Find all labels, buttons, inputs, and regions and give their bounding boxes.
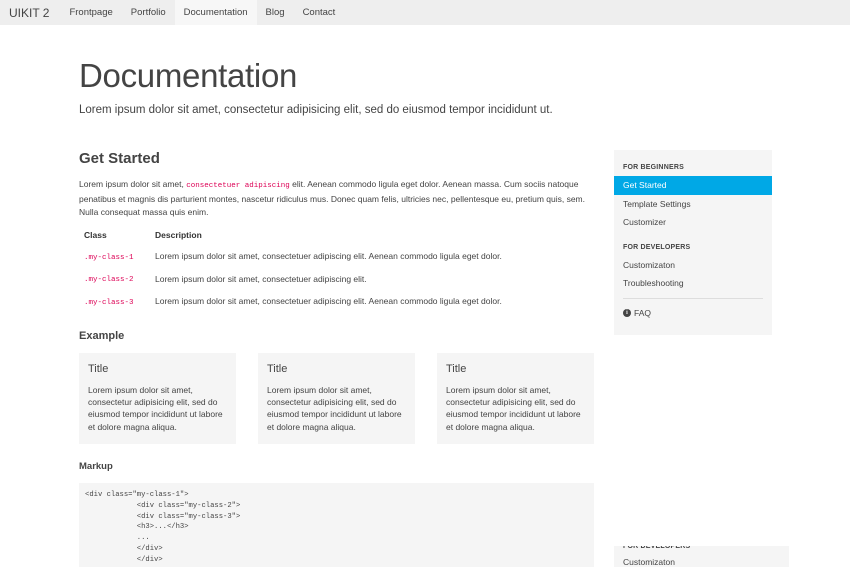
nav-item-contact[interactable]: Contact	[294, 0, 345, 25]
table-header-class: Class	[84, 230, 107, 240]
panel-text: Lorem ipsum dolor sit amet, consectetur …	[267, 385, 402, 432]
code-line: <h3>...</h3>	[85, 523, 189, 532]
panel-title: Title	[88, 363, 109, 375]
sidebar-item-get-started[interactable]: Get Started	[614, 176, 772, 195]
code-line: <div class="my-class-3">	[85, 512, 241, 521]
sidebar-divider	[623, 297, 763, 299]
table-cell-class: .my-class-2	[84, 276, 134, 285]
table-cell-class: .my-class-3	[84, 298, 134, 307]
top-navbar: UIKIT 2 Frontpage Portfolio Documentatio…	[0, 0, 850, 25]
table-row: .my-class-3 Lorem ipsum dolor sit amet, …	[79, 290, 594, 313]
class-table: Class Description .my-class-1 Lorem ipsu…	[79, 225, 594, 313]
sidebar-item-template-settings[interactable]: Template Settings	[614, 195, 772, 214]
page-lead: Lorem ipsum dolor sit amet, consectetur …	[79, 104, 553, 116]
example-panel: Title Lorem ipsum dolor sit amet, consec…	[79, 353, 236, 444]
table-cell-class: .my-class-1	[84, 253, 134, 262]
sidebar-header-developers: FOR DEVELOPERS	[623, 243, 691, 251]
sticky-sidebar: FOR DEVELOPERS Customizaton	[614, 546, 789, 567]
docs-sidebar: FOR BEGINNERS Get Started Template Setti…	[614, 150, 772, 335]
sidebar-item-faq-label: FAQ	[634, 307, 652, 318]
get-started-title: Get Started	[79, 150, 160, 167]
markup-title: Markup	[79, 461, 113, 472]
info-icon: i	[623, 308, 631, 317]
table-row: .my-class-1 Lorem ipsum dolor sit amet, …	[79, 245, 594, 268]
brand-logo[interactable]: UIKIT 2	[0, 0, 58, 25]
table-cell-description: Lorem ipsum dolor sit amet, consectetuer…	[155, 296, 502, 307]
sidebar-item-customizer[interactable]: Customizer	[614, 213, 772, 232]
panel-text: Lorem ipsum dolor sit amet, consectetur …	[88, 385, 223, 432]
sticky-sidebar-item-customization[interactable]: Customizaton	[614, 552, 789, 567]
nav-item-portfolio[interactable]: Portfolio	[122, 0, 175, 25]
table-row: .my-class-2 Lorem ipsum dolor sit amet, …	[79, 268, 594, 291]
panel-title: Title	[267, 363, 288, 375]
example-panel: Title Lorem ipsum dolor sit amet, consec…	[437, 353, 594, 444]
sidebar-item-troubleshooting[interactable]: Troubleshooting	[614, 274, 772, 293]
sidebar-item-faq[interactable]: i FAQ	[614, 304, 772, 323]
nav-item-documentation[interactable]: Documentation	[174, 0, 257, 25]
code-line: </div>	[85, 544, 163, 553]
intro-code: consectetuer adipiscing	[186, 182, 290, 190]
table-cell-description: Lorem ipsum dolor sit amet, consectetuer…	[155, 273, 367, 284]
table-header-row: Class Description	[79, 225, 594, 245]
panel-title: Title	[446, 363, 467, 375]
table-header-description: Description	[155, 230, 202, 240]
example-panel: Title Lorem ipsum dolor sit amet, consec…	[258, 353, 415, 444]
example-title: Example	[79, 330, 125, 342]
page-title: Documentation	[79, 57, 298, 94]
code-line: </div>	[85, 555, 163, 564]
code-line: ...	[85, 534, 150, 543]
code-line: <div class="my-class-2">	[85, 501, 241, 510]
nav-item-blog[interactable]: Blog	[257, 0, 294, 25]
nav-item-frontpage[interactable]: Frontpage	[60, 0, 121, 25]
intro-text-before: Lorem ipsum dolor sit amet,	[79, 179, 187, 189]
markup-code-block: <div class="my-class-1"> <div class="my-…	[79, 483, 594, 567]
code-line: <div class="my-class-1">	[85, 491, 189, 499]
get-started-intro: Lorem ipsum dolor sit amet, consectetuer…	[79, 178, 594, 219]
sidebar-item-customization[interactable]: Customizaton	[614, 256, 772, 275]
example-panels: Title Lorem ipsum dolor sit amet, consec…	[79, 353, 594, 444]
sidebar-header-beginners: FOR BEGINNERS	[623, 164, 684, 171]
table-cell-description: Lorem ipsum dolor sit amet, consectetuer…	[155, 251, 502, 262]
panel-text: Lorem ipsum dolor sit amet, consectetur …	[446, 385, 581, 432]
